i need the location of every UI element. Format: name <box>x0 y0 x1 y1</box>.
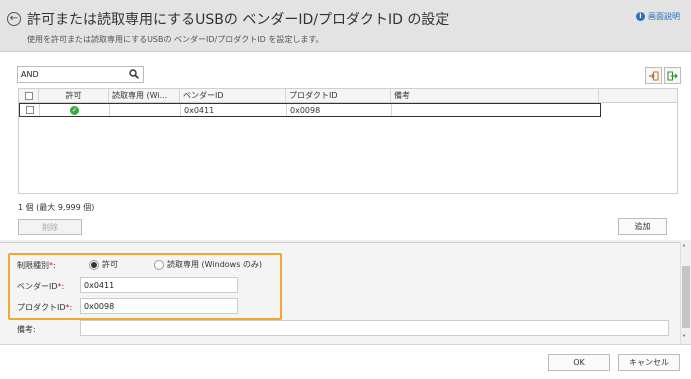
edit-form: 制限種別*: 許可 読取専用 (Windows のみ) ベンダーID*: プロダ… <box>0 242 680 344</box>
vendor-id-label: ベンダーID*: <box>17 282 65 291</box>
readonly-cell <box>110 104 181 116</box>
search-icon[interactable] <box>129 69 139 79</box>
vendor-id-field[interactable] <box>80 277 238 293</box>
note-field[interactable] <box>80 320 669 336</box>
ok-button[interactable]: OK <box>548 354 610 371</box>
dialog-footer: OK キャンセル <box>0 344 691 379</box>
note-label: 備考: <box>17 325 36 334</box>
column-header-filler <box>599 89 677 102</box>
allow-cell: ✓ <box>40 104 110 116</box>
delete-button[interactable]: 削除 <box>18 219 82 235</box>
page-title: 許可または読取専用にするUSBの ベンダーID/プロダクトID の設定 <box>27 12 450 28</box>
chevron-up-icon[interactable]: ˄ <box>682 244 686 253</box>
vendor-id-input[interactable] <box>81 278 237 292</box>
form-scrollbar[interactable]: ˄ ˅ <box>680 242 691 344</box>
row-select-cell <box>20 104 40 116</box>
scrollbar-thumb[interactable] <box>682 266 690 328</box>
page-header: ← 許可または読取専用にするUSBの ベンダーID/プロダクトID の設定 使用… <box>0 0 691 52</box>
chevron-down-icon[interactable]: ˅ <box>682 334 686 343</box>
export-button[interactable] <box>664 67 681 84</box>
radio-allow-dot[interactable] <box>89 259 99 270</box>
table-header: 許可 読取専用 (Wi... ベンダーID プロダクトID 備考 <box>19 89 677 103</box>
import-icon <box>649 71 659 80</box>
help-label: 画面説明 <box>648 12 680 21</box>
radio-readonly-dot[interactable] <box>154 259 164 270</box>
radio-readonly-label: 読取専用 (Windows のみ) <box>167 260 263 269</box>
page-subtitle: 使用を許可または読取専用にするUSBの ベンダーID/プロダクトID を設定しま… <box>27 35 324 44</box>
export-icon <box>667 71 678 80</box>
add-button[interactable]: 追加 <box>618 218 667 235</box>
radio-readonly[interactable]: 読取専用 (Windows のみ) <box>154 259 262 270</box>
import-button[interactable] <box>645 67 662 84</box>
note-input[interactable] <box>81 321 668 335</box>
column-header-allow[interactable]: 許可 <box>39 89 109 102</box>
usb-device-table: 許可 読取専用 (Wi... ベンダーID プロダクトID 備考 ✓ 0x041… <box>18 88 678 194</box>
column-header-product-id[interactable]: プロダクトID <box>286 89 391 102</box>
product-id-input[interactable] <box>81 299 237 313</box>
item-count: 1 個 (最大 9,999 個) <box>18 203 95 212</box>
column-header-readonly[interactable]: 読取専用 (Wi... <box>109 89 180 102</box>
restriction-type-label: 制限種別*: <box>17 261 56 270</box>
radio-allow[interactable]: 許可 <box>89 259 118 270</box>
select-all-cell <box>19 89 39 102</box>
column-header-note[interactable]: 備考 <box>391 89 599 102</box>
select-all-checkbox[interactable] <box>24 91 33 100</box>
row-checkbox[interactable] <box>25 106 34 114</box>
vendor-id-cell: 0x0411 <box>181 104 287 116</box>
column-header-vendor-id[interactable]: ベンダーID <box>180 89 286 102</box>
product-id-label: プロダクトID*: <box>17 303 73 312</box>
search-box[interactable] <box>17 66 144 83</box>
table-row[interactable]: ✓ 0x0411 0x0098 <box>19 103 601 117</box>
list-panel: 許可 読取専用 (Wi... ベンダーID プロダクトID 備考 ✓ 0x041… <box>0 52 691 240</box>
search-input[interactable] <box>18 67 123 82</box>
cancel-button[interactable]: キャンセル <box>618 354 680 371</box>
info-icon: i <box>636 12 645 21</box>
green-check-icon: ✓ <box>70 106 79 115</box>
product-id-field[interactable] <box>80 298 238 314</box>
product-id-cell: 0x0098 <box>287 104 392 116</box>
note-cell <box>392 104 600 116</box>
help-link[interactable]: i 画面説明 <box>636 11 680 22</box>
radio-allow-label: 許可 <box>102 260 118 269</box>
back-arrow-icon[interactable]: ← <box>7 12 21 26</box>
